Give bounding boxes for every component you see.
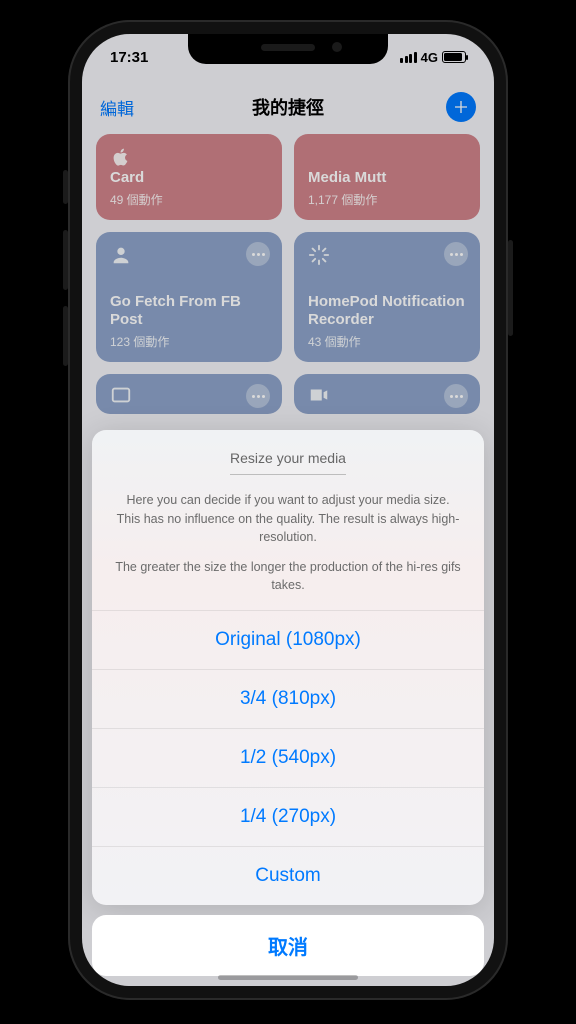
- action-sheet: Resize your media Here you can decide if…: [92, 430, 484, 976]
- option-three-quarter[interactable]: 3/4 (810px): [92, 669, 484, 728]
- sheet-title: Resize your media: [230, 450, 346, 475]
- cancel-button[interactable]: 取消: [92, 915, 484, 976]
- cellular-bars-icon: [400, 52, 417, 63]
- action-sheet-card: Resize your media Here you can decide if…: [92, 430, 484, 905]
- option-quarter[interactable]: 1/4 (270px): [92, 787, 484, 846]
- option-original[interactable]: Original (1080px): [92, 610, 484, 669]
- network-label: 4G: [421, 50, 438, 65]
- sheet-desc: The greater the size the longer the prod…: [114, 558, 462, 594]
- status-time: 17:31: [110, 49, 148, 66]
- sheet-desc: Here you can decide if you want to adjus…: [114, 491, 462, 545]
- battery-icon: [442, 51, 466, 63]
- phone-frame: 17:31 4G 編輯 我的捷徑 Card 49 個動作 Media Mutt …: [68, 20, 508, 1000]
- option-half[interactable]: 1/2 (540px): [92, 728, 484, 787]
- notch: [188, 34, 388, 64]
- mute-switch: [63, 170, 68, 204]
- home-indicator[interactable]: [218, 975, 358, 980]
- volume-down: [63, 306, 68, 366]
- option-custom[interactable]: Custom: [92, 846, 484, 905]
- volume-up: [63, 230, 68, 290]
- screen: 17:31 4G 編輯 我的捷徑 Card 49 個動作 Media Mutt …: [82, 34, 494, 986]
- power-button: [508, 240, 513, 336]
